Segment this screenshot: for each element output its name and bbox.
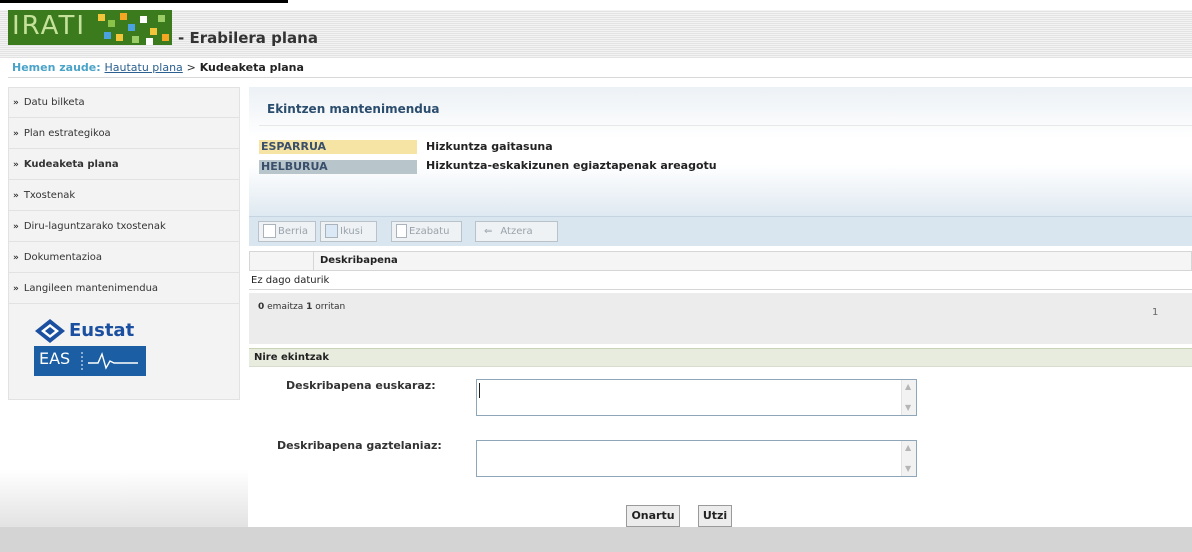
delete-button-label: Ezabatu <box>409 226 450 237</box>
table-header: Deskribapena <box>249 251 1192 271</box>
trash-icon <box>396 224 407 238</box>
breadcrumb-current: Kudeaketa plana <box>199 61 304 74</box>
page-title: Ekintzen mantenimendua <box>267 102 440 116</box>
scrollbar[interactable]: ▲ ▼ <box>901 380 916 415</box>
back-arrow-icon: ⇐ <box>484 226 493 237</box>
chevron-icon: » <box>13 129 19 139</box>
pager: 0 emaitza 1 orritan 1 <box>249 293 1192 344</box>
sidebar-item-label: Datu bilketa <box>23 97 85 108</box>
helburua-value: Hizkuntza-eskakizunen egiaztapenak areag… <box>426 159 717 172</box>
scrollbar[interactable]: ▲ ▼ <box>901 441 916 476</box>
scroll-up-icon[interactable]: ▲ <box>905 382 911 391</box>
back-button[interactable]: ⇐ Atzera <box>475 221 558 242</box>
result-count: 0 <box>258 302 265 312</box>
eas-logo-text: EAS <box>39 349 71 368</box>
chevron-icon: » <box>13 253 19 263</box>
chevron-icon: » <box>13 222 19 232</box>
scroll-down-icon[interactable]: ▼ <box>905 464 911 473</box>
view-button[interactable]: Ikusi <box>320 221 377 242</box>
sidebar-item-txostenak[interactable]: » Txostenak <box>9 181 239 211</box>
title-divider <box>259 125 1192 126</box>
sidebar-item-label: Txostenak <box>23 190 76 201</box>
grid-toolbar: Berria Ikusi Ezabatu ⇐ Atzera <box>249 216 1192 246</box>
sidebar-item-label: Plan estrategikoa <box>23 128 111 139</box>
table-empty-message: Ez dago daturik <box>249 271 1192 290</box>
app-header: IRATI - Erabilera plana <box>0 10 1192 58</box>
top-border-line <box>0 0 288 3</box>
breadcrumb-link-hautatu-plana[interactable]: Hautatu plana <box>104 61 182 74</box>
page-count-text: orritan <box>315 302 346 312</box>
sidebar-item-datu-bilketa[interactable]: » Datu bilketa <box>9 88 239 118</box>
footer-bar <box>0 527 1192 552</box>
sidebar-item-label: Langileen mantenimendua <box>23 283 159 294</box>
scroll-up-icon[interactable]: ▲ <box>905 443 911 452</box>
new-button-label: Berria <box>278 226 308 237</box>
description-es-label: Deskribapena gaztelaniaz: <box>277 439 442 452</box>
eas-logo[interactable]: EAS <box>34 346 146 376</box>
table-header-select-column <box>250 252 314 270</box>
helburua-label: HELBURUA <box>259 160 417 174</box>
view-button-label: Ikusi <box>340 226 363 237</box>
chevron-icon: » <box>13 284 19 294</box>
sidebar-item-langileen-mantenimendua[interactable]: » Langileen mantenimendua <box>9 274 239 304</box>
page-count: 1 <box>306 302 313 312</box>
app-title: - Erabilera plana <box>178 29 318 47</box>
breadcrumb: Hemen zaude: Hautatu plana > Kudeaketa p… <box>12 61 304 74</box>
pager-info: 0 emaitza 1 orritan <box>258 302 345 312</box>
sidebar-item-dokumentazioa[interactable]: » Dokumentazioa <box>9 243 239 273</box>
accept-button[interactable]: Onartu <box>626 505 680 527</box>
description-eu-label: Deskribapena euskaraz: <box>286 379 436 392</box>
esparrua-label: ESPARRUA <box>259 140 417 154</box>
main-content: Ekintzen mantenimendua ESPARRUA Hizkuntz… <box>249 87 1192 527</box>
back-button-label: Atzera <box>500 226 533 237</box>
heartbeat-icon <box>81 351 138 370</box>
delete-button[interactable]: Ezabatu <box>391 221 462 242</box>
eustat-diamond-icon <box>35 319 65 343</box>
sidebar-item-label: Dokumentazioa <box>23 252 103 263</box>
chevron-icon: » <box>13 98 19 108</box>
sidebar-item-plan-estrategikoa[interactable]: » Plan estrategikoa <box>9 119 239 149</box>
plan-summary-panel: Ekintzen mantenimendua ESPARRUA Hizkuntz… <box>249 87 1192 216</box>
eustat-logo[interactable]: Eustat <box>34 318 146 344</box>
result-count-text: emaitza <box>267 302 304 312</box>
text-caret <box>479 383 480 398</box>
sidebar-item-label: Diru-laguntzarako txostenak <box>23 221 166 232</box>
chevron-icon: » <box>13 191 19 201</box>
irati-logo[interactable]: IRATI <box>8 10 172 45</box>
breadcrumb-label: Hemen zaude: <box>12 61 101 74</box>
sidebar: » Datu bilketa » Plan estrategikoa » Kudeak… <box>8 87 240 400</box>
pager-page-link[interactable]: 1 <box>1152 307 1158 318</box>
chevron-icon: » <box>13 160 19 170</box>
sidebar-item-diru-laguntzarako-txostenak[interactable]: » Diru-laguntzarako txostenak <box>9 212 239 242</box>
description-eu-input[interactable]: ▲ ▼ <box>476 379 917 416</box>
sidebar-item-label: Kudeaketa plana <box>23 159 119 170</box>
description-es-input[interactable]: ▲ ▼ <box>476 440 917 477</box>
new-document-icon <box>263 224 276 238</box>
breadcrumb-separator: > <box>186 61 196 74</box>
edit-document-icon <box>325 224 338 238</box>
esparrua-value: Hizkuntza gaitasuna <box>426 140 553 153</box>
new-button[interactable]: Berria <box>258 221 316 242</box>
breadcrumb-divider <box>8 77 1192 78</box>
sidebar-item-kudeaketa-plana[interactable]: » Kudeaketa plana <box>9 150 239 180</box>
cancel-button[interactable]: Utzi <box>698 505 732 527</box>
logo-text: IRATI <box>12 11 86 41</box>
eustat-logo-text: Eustat <box>69 320 135 341</box>
scroll-down-icon[interactable]: ▼ <box>905 403 911 412</box>
section-title-nire-ekintzak: Nire ekintzak <box>249 348 1192 367</box>
column-header-deskribapena[interactable]: Deskribapena <box>320 255 398 266</box>
